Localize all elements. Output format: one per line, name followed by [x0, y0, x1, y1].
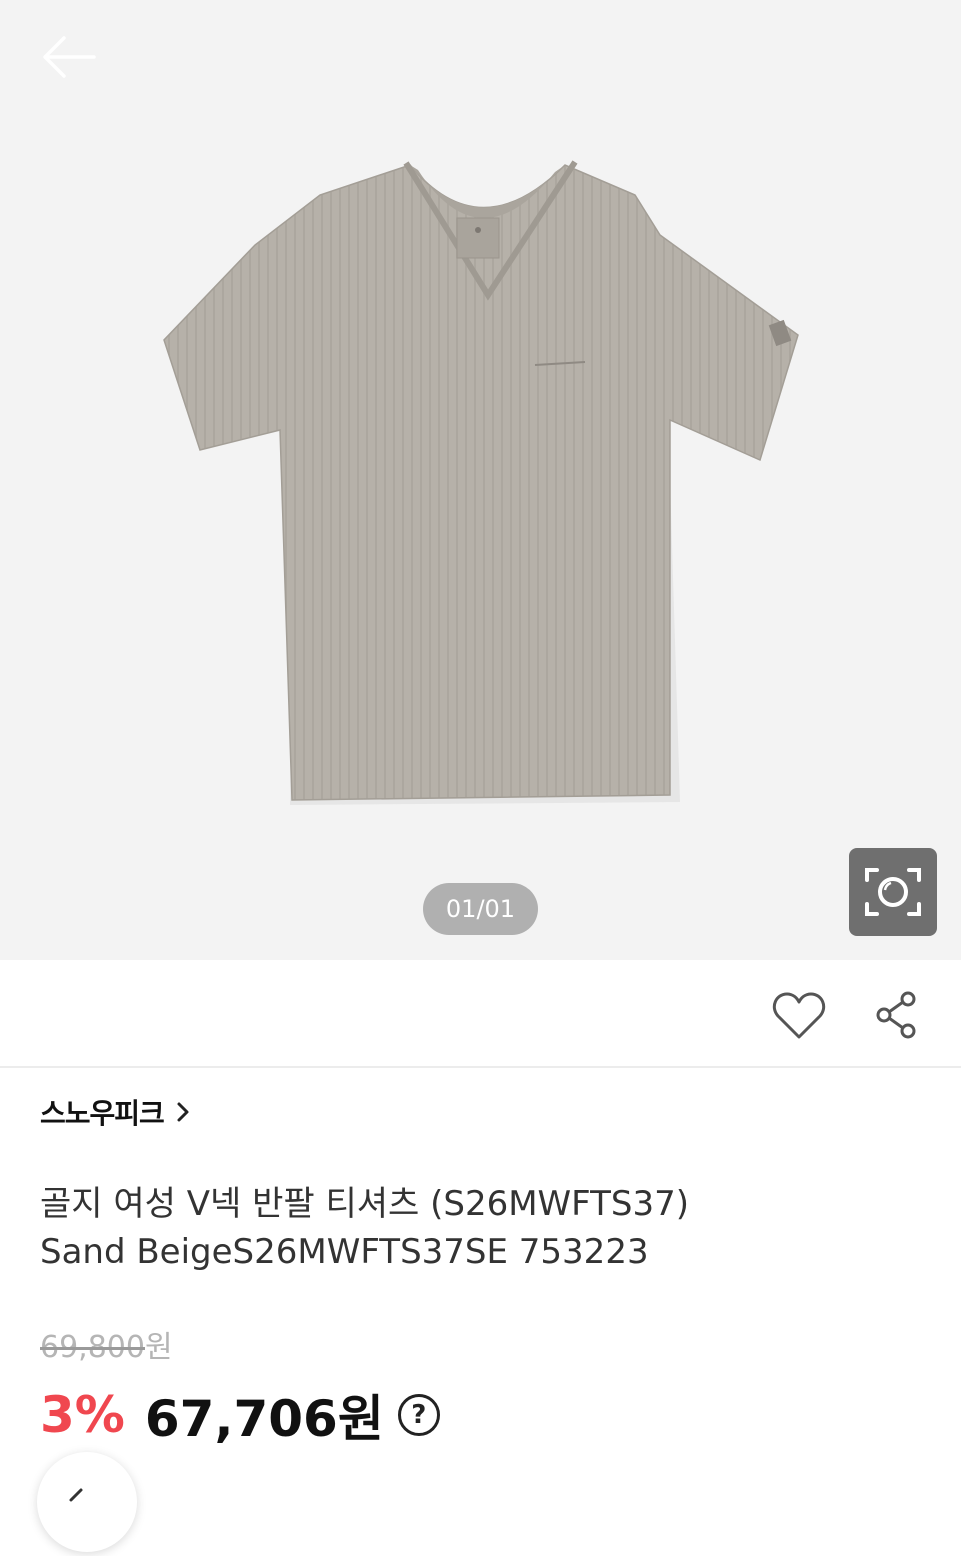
chevron-right-icon	[177, 1102, 189, 1122]
discount-rate: 3%	[40, 1386, 125, 1444]
price-help-button[interactable]: ?	[397, 1394, 440, 1436]
camera-search-icon	[865, 868, 921, 916]
original-price-currency: 원	[144, 1330, 173, 1365]
image-counter: 01/01	[423, 883, 538, 935]
floating-button[interactable]	[37, 1452, 137, 1552]
heart-icon	[772, 992, 826, 1039]
original-price-value: 69,800	[40, 1330, 145, 1365]
product-title: 골지 여성 V넥 반팔 티셔츠 (S26MWFTS37) Sand BeigeS…	[40, 1180, 920, 1276]
chevron-icon	[69, 1488, 83, 1502]
product-gallery[interactable]: 01/01	[0, 0, 961, 960]
sale-price: 67,706원	[144, 1390, 384, 1448]
question-circle-icon: ?	[411, 1400, 427, 1430]
image-search-button[interactable]	[849, 848, 937, 936]
share-button[interactable]	[872, 990, 922, 1040]
product-title-line2: Sand BeigeS26MWFTS37SE 753223	[40, 1232, 649, 1272]
wishlist-button[interactable]	[772, 990, 826, 1042]
brand-name: 스노우피크	[40, 1097, 165, 1130]
share-icon	[876, 991, 916, 1039]
brand-link[interactable]: 스노우피크	[40, 1090, 190, 1134]
product-image	[163, 160, 799, 805]
product-title-line1: 골지 여성 V넥 반팔 티셔츠 (S26MWFTS37)	[40, 1184, 689, 1224]
original-price: 69,800원	[40, 1322, 173, 1366]
arrow-left-icon	[43, 36, 96, 78]
price-row: 3% 67,706원 ?	[40, 1380, 440, 1450]
back-button[interactable]	[36, 30, 100, 84]
